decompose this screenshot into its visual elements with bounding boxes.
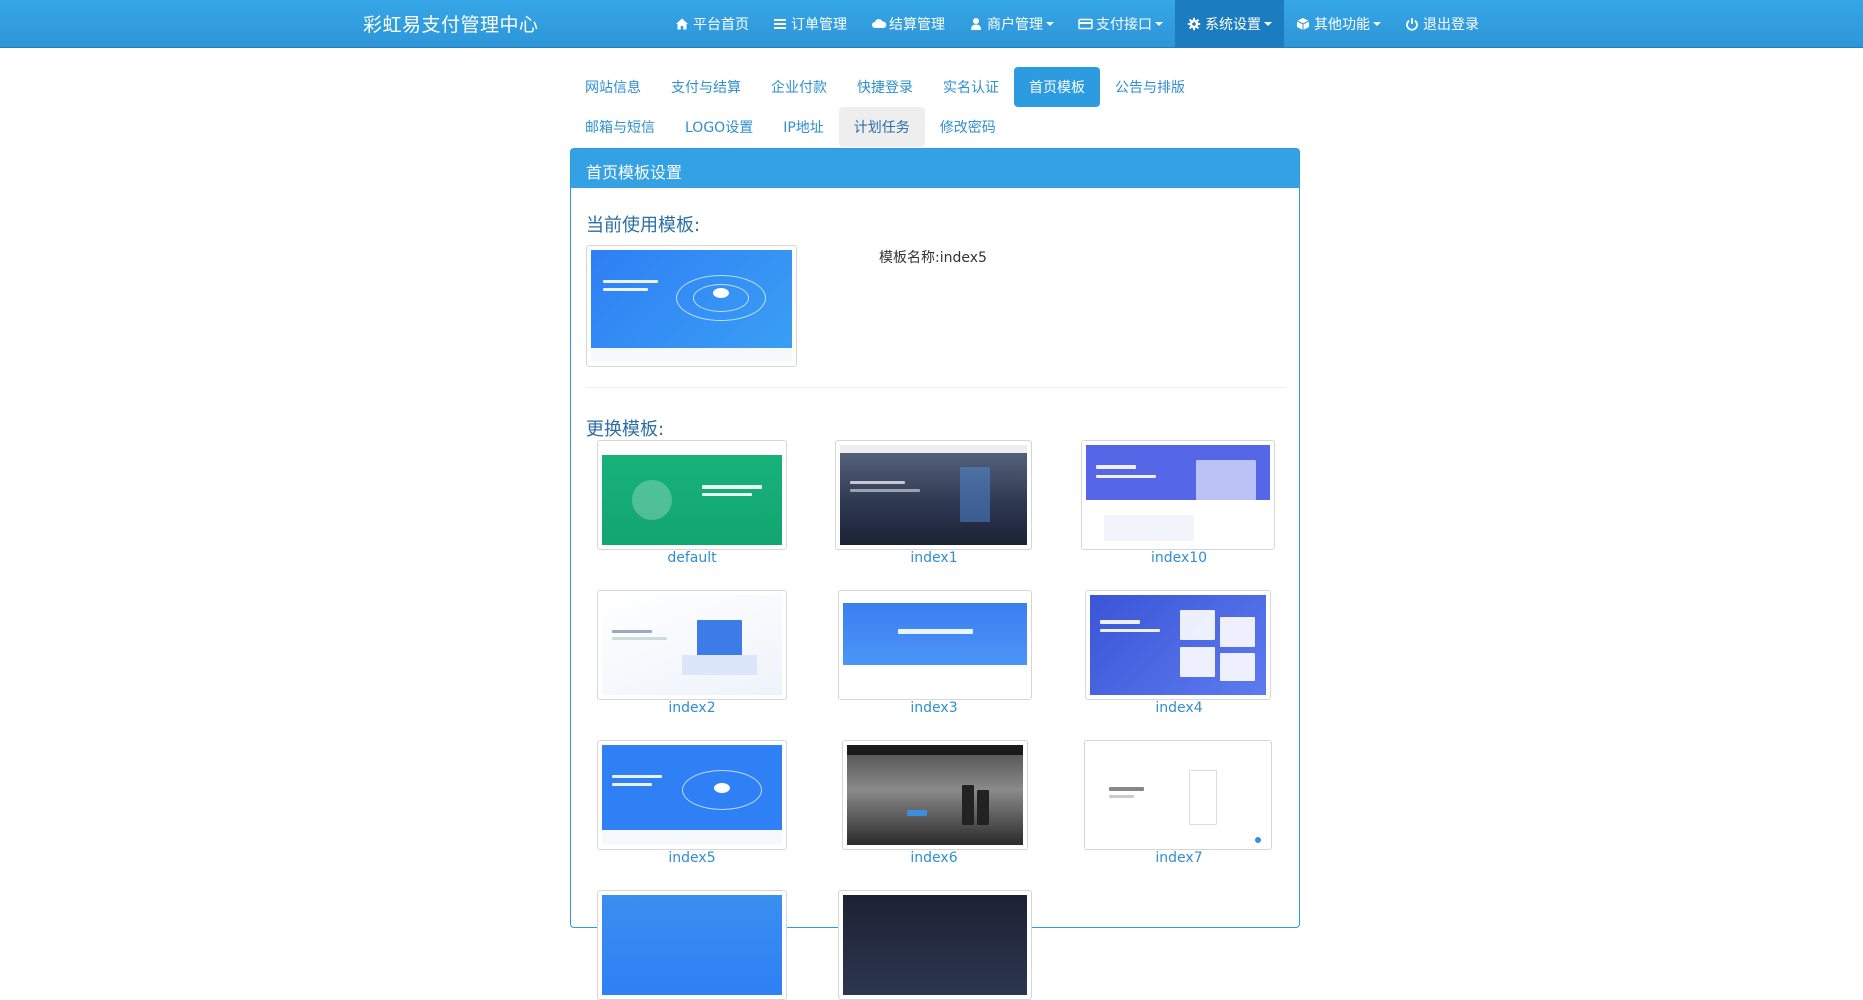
template-index5-thumb[interactable] xyxy=(597,740,787,850)
tab-row-2: 邮箱与短信 LOGO设置 IP地址 计划任务 修改密码 xyxy=(570,107,1300,147)
template-default-thumb[interactable] xyxy=(597,440,787,550)
tab-enterprise-payment[interactable]: 企业付款 xyxy=(756,67,842,107)
nav-settlement[interactable]: 结算管理 xyxy=(859,0,957,48)
template-index5-image xyxy=(602,745,782,845)
tab-password[interactable]: 修改密码 xyxy=(925,107,1011,147)
change-template-heading: 更换模板: xyxy=(586,419,665,440)
main-nav: 平台首页 订单管理 结算管理 商户管理 支付接口 系统设置 其他功能 退出登录 xyxy=(663,0,1491,48)
section-divider xyxy=(586,387,1286,388)
tab-email-sms[interactable]: 邮箱与短信 xyxy=(570,107,670,147)
cloud-icon xyxy=(871,17,887,31)
template-name-info: 模板名称:index5 xyxy=(879,247,987,267)
chevron-down-icon xyxy=(1155,22,1163,26)
list-icon xyxy=(773,17,787,31)
tab-quick-login[interactable]: 快捷登录 xyxy=(842,67,928,107)
user-icon xyxy=(969,17,983,31)
template-index2-label[interactable]: index2 xyxy=(597,700,787,716)
template-index10-label[interactable]: index10 xyxy=(1084,550,1274,566)
nav-merchant[interactable]: 商户管理 xyxy=(957,0,1066,48)
template-index5-label[interactable]: index5 xyxy=(597,850,787,866)
nav-orders[interactable]: 订单管理 xyxy=(761,0,859,48)
power-icon xyxy=(1405,17,1419,31)
template-index3-image xyxy=(843,595,1027,695)
nav-payment-label: 支付接口 xyxy=(1096,17,1152,33)
nav-system-settings[interactable]: 系统设置 xyxy=(1175,0,1284,48)
home-icon xyxy=(675,17,689,31)
tab-ip[interactable]: IP地址 xyxy=(768,107,839,147)
nav-other-label: 其他功能 xyxy=(1314,17,1370,33)
template-index9-thumb[interactable] xyxy=(838,890,1032,1000)
template-index2-image xyxy=(602,595,782,695)
settings-tabs: 网站信息 支付与结算 企业付款 快捷登录 实名认证 首页模板 公告与排版 邮箱与… xyxy=(570,67,1300,147)
credit-card-icon xyxy=(1078,17,1093,31)
template-index4-thumb[interactable] xyxy=(1085,590,1271,700)
brand-title[interactable]: 彩虹易支付管理中心 xyxy=(363,10,539,37)
tab-cron[interactable]: 计划任务 xyxy=(838,107,925,147)
template-index4-label[interactable]: index4 xyxy=(1084,700,1274,716)
tab-logo[interactable]: LOGO设置 xyxy=(670,107,768,147)
nav-logout-label: 退出登录 xyxy=(1423,17,1479,33)
tab-site-info[interactable]: 网站信息 xyxy=(570,67,656,107)
template-index8-thumb[interactable] xyxy=(597,890,787,1000)
tab-payment-settlement[interactable]: 支付与结算 xyxy=(656,67,756,107)
template-index1-image xyxy=(840,445,1027,545)
template-index2-thumb[interactable] xyxy=(597,590,787,700)
template-index10-thumb[interactable] xyxy=(1081,440,1275,550)
nav-home[interactable]: 平台首页 xyxy=(663,0,761,48)
chevron-down-icon xyxy=(1264,22,1272,26)
nav-merchant-label: 商户管理 xyxy=(987,17,1043,33)
tab-homepage-template[interactable]: 首页模板 xyxy=(1014,67,1100,107)
gear-icon xyxy=(1187,17,1201,31)
chevron-down-icon xyxy=(1046,22,1054,26)
template-index4-image xyxy=(1090,595,1266,695)
template-index10-image xyxy=(1086,445,1270,545)
nav-logout[interactable]: 退出登录 xyxy=(1393,0,1491,48)
template-index8-image xyxy=(602,895,782,995)
nav-home-label: 平台首页 xyxy=(693,17,749,33)
preview-image xyxy=(591,250,792,362)
nav-orders-label: 订单管理 xyxy=(791,17,847,33)
nav-other[interactable]: 其他功能 xyxy=(1284,0,1393,48)
template-index1-thumb[interactable] xyxy=(835,440,1032,550)
current-template-preview xyxy=(586,245,797,367)
tab-announcement[interactable]: 公告与排版 xyxy=(1100,67,1200,107)
template-index3-label[interactable]: index3 xyxy=(839,700,1029,716)
template-index6-label[interactable]: index6 xyxy=(839,850,1029,866)
template-index9-image xyxy=(843,895,1027,995)
template-default-label[interactable]: default xyxy=(597,550,787,566)
template-index7-thumb[interactable] xyxy=(1084,740,1272,850)
nav-system-settings-label: 系统设置 xyxy=(1205,17,1261,33)
nav-payment[interactable]: 支付接口 xyxy=(1066,0,1175,48)
tab-row-1: 网站信息 支付与结算 企业付款 快捷登录 实名认证 首页模板 公告与排版 xyxy=(570,67,1300,107)
template-index7-label[interactable]: index7 xyxy=(1084,850,1274,866)
panel-title: 首页模板设置 xyxy=(571,149,1299,188)
template-index1-label[interactable]: index1 xyxy=(839,550,1029,566)
template-default-image xyxy=(602,445,782,545)
tab-real-name[interactable]: 实名认证 xyxy=(928,67,1014,107)
template-index3-thumb[interactable] xyxy=(838,590,1032,700)
top-navbar: 彩虹易支付管理中心 平台首页 订单管理 结算管理 商户管理 支付接口 系统设置 xyxy=(0,0,1863,48)
template-name-value: index5 xyxy=(939,250,987,266)
template-index7-image xyxy=(1089,745,1267,845)
nav-settlement-label: 结算管理 xyxy=(889,17,945,33)
cube-icon xyxy=(1296,17,1310,31)
template-index6-thumb[interactable] xyxy=(842,740,1028,850)
current-template-heading: 当前使用模板: xyxy=(586,215,701,236)
template-index6-image xyxy=(847,745,1023,845)
template-settings-panel: 首页模板设置 当前使用模板: 模板名称:index5 更换模板: default xyxy=(570,148,1300,1000)
template-name-label: 模板名称: xyxy=(879,250,940,266)
chevron-down-icon xyxy=(1373,22,1381,26)
